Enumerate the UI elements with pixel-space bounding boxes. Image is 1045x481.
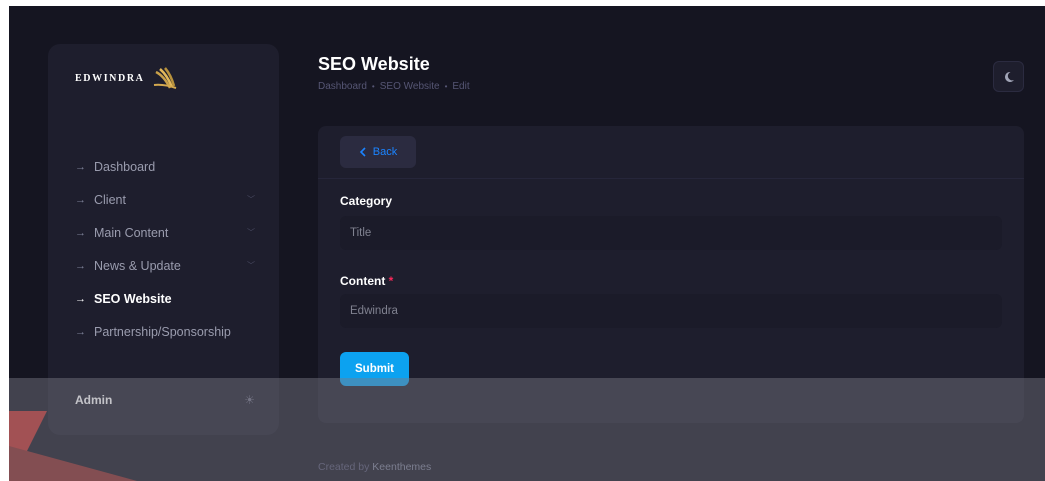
edit-form-card: Back Category Title Content * Edwindra S… bbox=[318, 126, 1024, 423]
footer-prefix: Created by bbox=[318, 461, 370, 473]
sidebar-menu: → Dashboard → Client ﹀ → Main Content ﹀ → News & … bbox=[75, 150, 255, 348]
content-label-text: Content bbox=[340, 274, 386, 288]
arrow-right-icon: → bbox=[75, 226, 86, 239]
content-input[interactable]: Edwindra bbox=[340, 294, 1002, 328]
sidebar-item-news-update[interactable]: → News & Update ﹀ bbox=[75, 249, 255, 282]
sidebar-item-label: Client bbox=[94, 192, 126, 207]
theme-toggle-button[interactable] bbox=[993, 61, 1024, 92]
page-title: SEO Website bbox=[318, 54, 430, 74]
chevron-down-icon: ﹀ bbox=[247, 228, 255, 237]
sidebar-item-client[interactable]: → Client ﹀ bbox=[75, 183, 255, 216]
content-label: Content * bbox=[340, 274, 393, 288]
chevron-down-icon: ﹀ bbox=[247, 261, 255, 270]
brand-logo[interactable]: EDWINDRA bbox=[75, 66, 180, 90]
sidebar-item-label: Main Content bbox=[94, 225, 169, 240]
arrow-right-icon: → bbox=[75, 292, 86, 305]
sidebar-item-label: Dashboard bbox=[94, 159, 156, 174]
wheat-logo-icon bbox=[154, 67, 177, 89]
sun-icon[interactable]: ☀ bbox=[244, 393, 255, 407]
sidebar-item-partnership-sponsorship[interactable]: → Partnership/Sponsorship bbox=[75, 315, 255, 348]
footer: Created by Keenthemes bbox=[318, 461, 431, 473]
sidebar: EDWINDRA → Dashboard → Client ﹀ → Main Content… bbox=[48, 44, 279, 435]
required-marker: * bbox=[388, 274, 394, 288]
breadcrumb-item-seo-website[interactable]: SEO Website bbox=[380, 81, 440, 92]
back-button-label: Back bbox=[372, 146, 398, 158]
breadcrumb-separator: • bbox=[371, 82, 375, 91]
breadcrumb-separator: • bbox=[444, 82, 448, 91]
sidebar-item-main-content[interactable]: → Main Content ﹀ bbox=[75, 216, 255, 249]
chevron-down-icon: ﹀ bbox=[247, 195, 255, 204]
breadcrumb: Dashboard • SEO Website • Edit bbox=[318, 81, 470, 92]
sidebar-item-label: SEO Website bbox=[94, 291, 172, 306]
category-label: Category bbox=[340, 194, 393, 208]
breadcrumb-item-edit: Edit bbox=[452, 81, 470, 92]
back-button[interactable]: Back bbox=[340, 136, 416, 168]
chevron-left-icon bbox=[359, 147, 366, 157]
arrow-right-icon: → bbox=[75, 325, 86, 338]
arrow-right-icon: → bbox=[75, 193, 86, 206]
user-name: Admin bbox=[75, 393, 113, 407]
sidebar-item-label: Partnership/Sponsorship bbox=[94, 324, 231, 339]
brand-name: EDWINDRA bbox=[75, 72, 145, 84]
sidebar-item-dashboard[interactable]: → Dashboard bbox=[75, 150, 255, 183]
moon-icon bbox=[1004, 71, 1014, 82]
sidebar-item-seo-website[interactable]: → SEO Website bbox=[75, 282, 255, 315]
breadcrumb-item-dashboard[interactable]: Dashboard bbox=[318, 81, 367, 92]
arrow-right-icon: → bbox=[75, 160, 86, 173]
submit-button[interactable]: Submit bbox=[340, 352, 409, 386]
app-window: EDWINDRA → Dashboard → Client ﹀ → Main Content… bbox=[9, 6, 1045, 481]
corner-decoration-2 bbox=[9, 446, 159, 481]
user-row[interactable]: Admin ☀ bbox=[75, 393, 255, 407]
arrow-right-icon: → bbox=[75, 259, 86, 272]
category-input[interactable]: Title bbox=[340, 216, 1002, 250]
sidebar-item-label: News & Update bbox=[94, 258, 181, 273]
card-header: Back bbox=[318, 126, 1024, 179]
footer-brand-link[interactable]: Keenthemes bbox=[372, 461, 431, 473]
